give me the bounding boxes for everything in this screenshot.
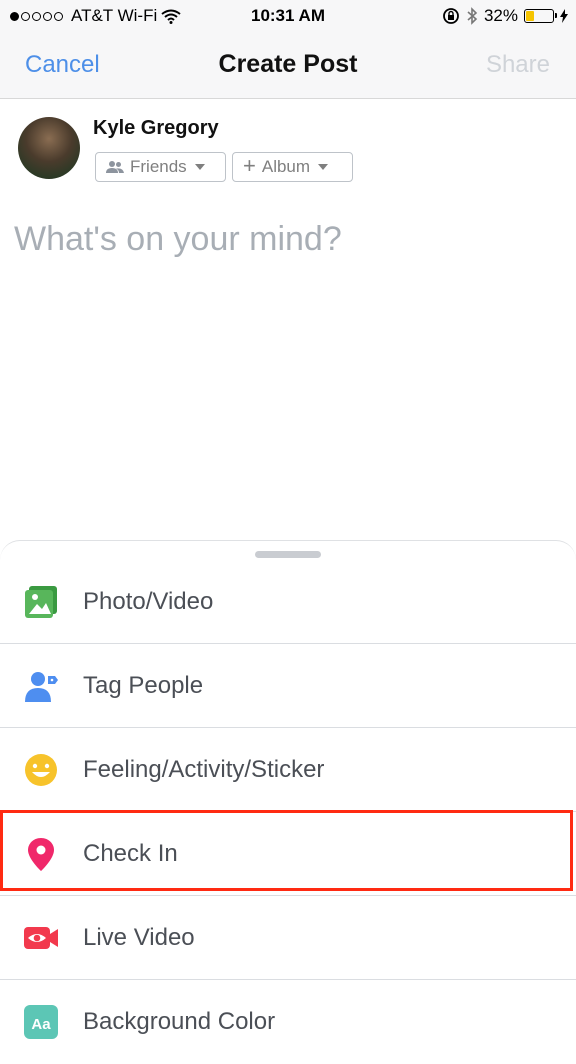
album-label: Album [261,157,311,176]
audience-label: Friends [130,157,187,176]
rotation-lock-icon [443,8,459,24]
live-video-icon [24,927,58,949]
action-tag-people[interactable]: Tag People [0,644,576,728]
action-live-video[interactable]: Live Video [0,896,576,980]
friends-icon [106,161,124,173]
charging-bolt-icon [560,9,568,23]
plus-icon: + [243,153,256,178]
chevron-down-icon [194,164,205,170]
chevron-down-icon [318,164,329,170]
action-label: Tag People [83,672,204,699]
bluetooth-icon [467,7,478,25]
battery-level [526,11,534,21]
action-label: Photo/Video [83,588,214,615]
action-feeling-activity[interactable]: Feeling/Activity/Sticker [0,728,576,812]
battery-icon [524,9,557,23]
action-label: Feeling/Activity/Sticker [83,756,325,783]
sheet-grabber-handle[interactable] [255,551,321,558]
status-bar: AT&T Wi-Fi 10:31 AM 32% [0,0,576,34]
action-background-color[interactable]: Aa Background Color [0,980,576,1064]
action-photo-video[interactable]: Photo/Video [0,560,576,644]
action-label: Background Color [83,1008,276,1035]
action-label: Live Video [83,924,195,951]
share-button[interactable]: Share [486,51,550,79]
smiley-icon [25,754,57,786]
highlight-annotation [0,810,573,891]
battery-percent: 32% [483,6,518,25]
tag-people-icon [25,672,58,702]
album-selector[interactable]: + Album [232,152,353,182]
avatar [18,117,80,179]
background-color-icon: Aa [24,1005,58,1039]
status-right: 32% [442,6,568,26]
svg-text:Aa: Aa [31,1016,51,1033]
post-text-input[interactable]: What's on your mind? [14,220,342,259]
nav-bar: Cancel Create Post Share [0,34,576,99]
user-name: Kyle Gregory [93,117,219,139]
audience-selector[interactable]: Friends [95,152,226,182]
photo-icon [25,586,57,618]
